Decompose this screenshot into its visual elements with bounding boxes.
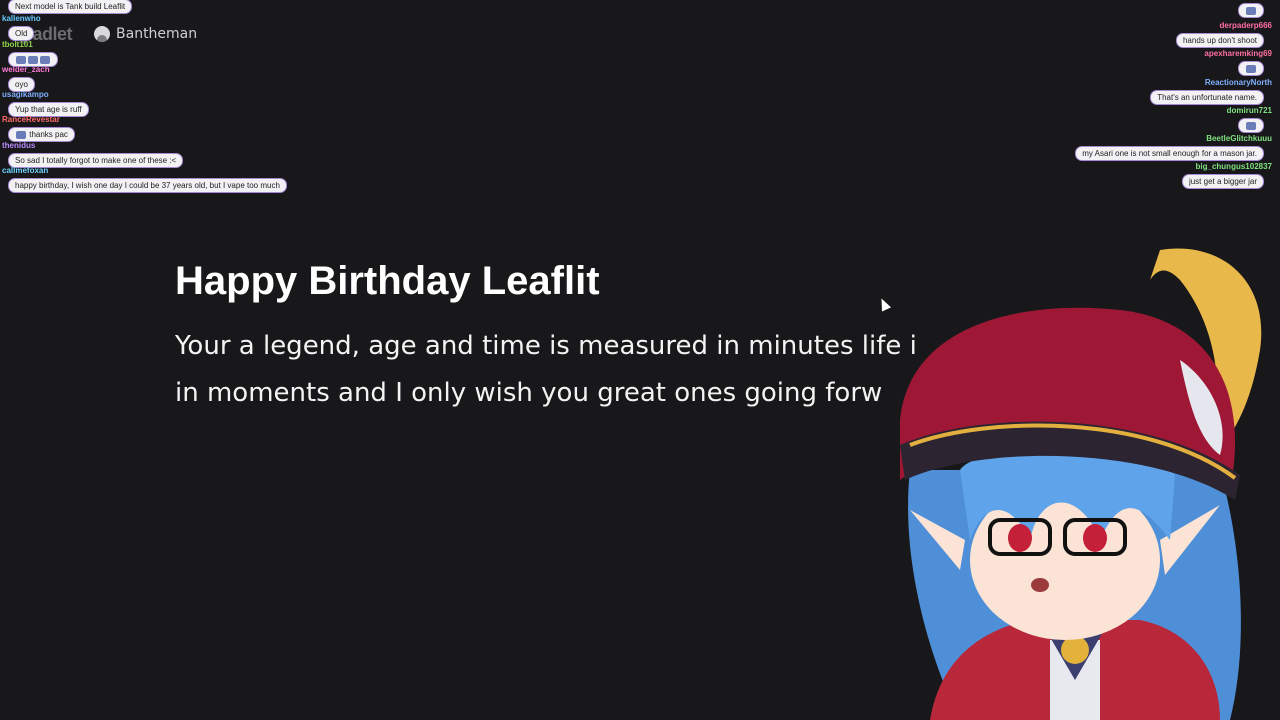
chat-message: apexharemking69 [1204, 49, 1272, 76]
eye [1083, 524, 1107, 552]
chat-bubble: just get a bigger jar [1181, 174, 1264, 189]
chat-bubble: That's an unfortunate name. [1150, 90, 1264, 105]
chat-username: big_chungus102837 [1195, 162, 1272, 171]
chat-message: welder_zach oyo [2, 65, 50, 92]
emote-icon [40, 55, 50, 64]
emote-icon [28, 55, 38, 64]
chat-username: RanceRevestar [2, 115, 60, 124]
eye [1008, 524, 1032, 552]
chat-bubble [1238, 3, 1264, 18]
chat-username: callmefoxan [2, 166, 49, 175]
chat-username: domirun721 [1226, 106, 1272, 115]
brooch-icon [1061, 636, 1089, 664]
chat-message: Next model is Tank build Leaflit [2, 0, 133, 14]
chat-bubble: thanks pac [8, 127, 75, 142]
chat-username: apexharemking69 [1204, 49, 1272, 58]
user-avatar-icon [94, 26, 111, 42]
chat-bubble: happy birthday, I wish one day I could b… [8, 178, 287, 193]
chat-bubble [1238, 61, 1264, 76]
post-content: Happy Birthday Leaflit Your a legend, ag… [175, 255, 935, 417]
chat-message: BeetleGlitchkuuu my Asari one is not sma… [1075, 134, 1272, 161]
emote-icon [16, 55, 26, 64]
chat-message: domirun721 [1227, 106, 1272, 133]
vtuber-avatar [900, 248, 1262, 720]
chat-message: thenidus So sad I totally forgot to make… [2, 141, 184, 168]
chat-bubble: hands up don't shoot [1175, 33, 1264, 48]
chat-bubble: my Asari one is not small enough for a m… [1075, 146, 1264, 161]
chat-message: callmefoxan happy birthday, I wish one d… [2, 166, 287, 193]
chat-bubble: Old [8, 26, 35, 41]
chat-username: usagikampo [2, 90, 49, 99]
chat-message: tbolt101 [2, 40, 58, 67]
emote-icon [1246, 121, 1256, 130]
chat-message: kallenwho Old [2, 14, 41, 41]
emote-icon [1246, 64, 1256, 73]
chat-username: kallenwho [2, 14, 41, 23]
chat-username: BeetleGlitchkuuu [1206, 134, 1272, 143]
mouth [1031, 578, 1049, 592]
chat-text: thanks pac [29, 130, 68, 139]
chat-message: derpaderp666 hands up don't shoot [1175, 21, 1272, 48]
chat-message: ReactionaryNorth That's an unfortunate n… [1150, 78, 1272, 105]
chat-username: tbolt101 [2, 40, 33, 49]
post-body: Your a legend, age and time is measured … [175, 331, 917, 408]
chat-message [1238, 0, 1272, 18]
chat-bubble: Next model is Tank build Leaflit [8, 0, 133, 14]
chat-message: usagikampo Yup that age is ruff [2, 90, 89, 117]
author-chip[interactable]: Bantheman [94, 26, 197, 42]
chat-username: welder_zach [2, 65, 50, 74]
chat-bubble [1238, 118, 1264, 133]
chat-username: derpaderp666 [1219, 21, 1272, 30]
chat-username: ReactionaryNorth [1204, 78, 1272, 87]
chat-message: big_chungus102837 just get a bigger jar [1181, 162, 1272, 189]
post-title: Happy Birthday Leaflit [175, 259, 600, 303]
emote-icon [16, 130, 26, 139]
chat-message: RanceRevestar thanks pac [2, 115, 75, 142]
author-name: Bantheman [116, 26, 198, 42]
emote-icon [1246, 6, 1256, 15]
chat-username: thenidus [2, 141, 36, 150]
